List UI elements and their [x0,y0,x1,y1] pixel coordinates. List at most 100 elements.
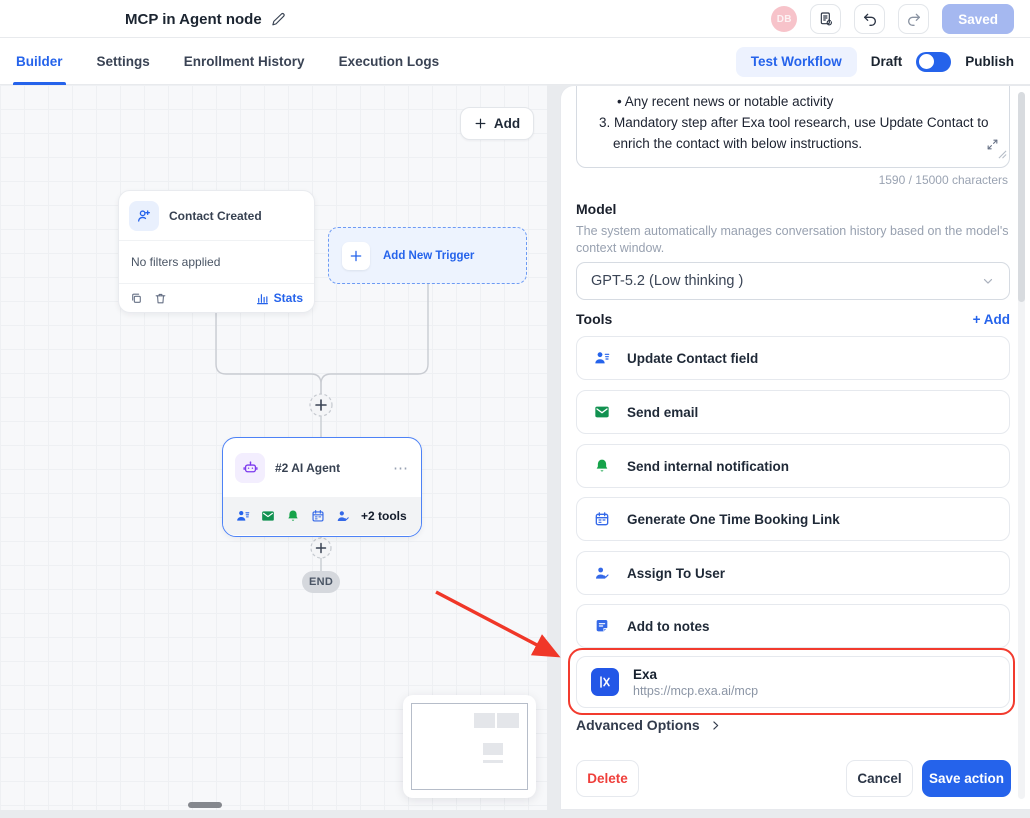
tab-enrollment-history[interactable]: Enrollment History [184,38,305,85]
publish-label: Publish [965,54,1014,69]
exa-tool-name: Exa [633,667,758,682]
add-new-trigger-button[interactable]: Add New Trigger [328,227,527,284]
agent-node-title: #2 AI Agent [275,461,340,475]
undo-button[interactable] [854,4,885,34]
minimap-viewport [411,703,528,790]
ai-agent-node[interactable]: #2 AI Agent ⋯ +2 tools [222,437,422,537]
canvas-minimap[interactable] [403,695,536,798]
tab-settings[interactable]: Settings [97,38,150,85]
tool-card-exa-mcp[interactable]: Exa https://mcp.exa.ai/mcp [576,656,1010,708]
action-settings-panel: • Any recent news or notable activity 3.… [560,85,1030,810]
cancel-button[interactable]: Cancel [846,760,913,797]
canvas-add-button[interactable]: Add [460,107,534,140]
trigger-node-contact-created[interactable]: Contact Created No filters applied Stats [118,190,315,313]
advanced-options-toggle[interactable]: Advanced Options [576,717,722,733]
draft-publish-toggle[interactable] [916,52,951,72]
add-new-trigger-label: Add New Trigger [383,250,474,262]
edit-title-pencil-icon[interactable] [271,12,286,27]
update-contact-icon [236,509,250,523]
add-trigger-plus-box [342,242,370,270]
canvas-add-label: Add [494,116,520,131]
draft-label: Draft [871,54,903,69]
tools-add-button[interactable]: + Add [973,312,1010,327]
tools-section-label: Tools [576,311,612,327]
tool-name: Send email [627,405,698,420]
contact-created-icon-box [129,201,159,231]
notification-bell-icon [594,458,610,474]
advanced-options-label: Advanced Options [576,717,700,733]
update-contact-icon [594,350,610,366]
person-plus-icon [136,208,152,224]
tab-execution-logs[interactable]: Execution Logs [339,38,440,85]
tab-bar: Builder Settings Enrollment History Exec… [0,38,1030,85]
chevron-right-icon [709,719,722,732]
model-select[interactable]: GPT-5.2 (Low thinking ) [576,262,1010,300]
minimap-block [483,743,503,755]
chevron-down-icon [981,274,995,288]
model-selected-value: GPT-5.2 (Low thinking ) [591,273,743,289]
plus-icon [349,249,363,263]
duplicate-icon[interactable] [130,292,143,305]
model-section-label: Model [576,201,616,217]
exa-tool-url: https://mcp.exa.ai/mcp [633,684,758,698]
send-email-icon [594,404,610,420]
prompt-numbered-line: 3. Mandatory step after Exa tool researc… [591,112,995,133]
bar-chart-icon [256,292,269,305]
tool-name: Send internal notification [627,459,789,474]
stats-label: Stats [274,291,303,305]
undo-icon [862,11,878,27]
notification-bell-icon [286,509,300,523]
tool-card-assign-to-user[interactable]: Assign To User [576,551,1010,595]
tool-name: Assign To User [627,566,725,581]
plus-icon [474,117,487,130]
agent-menu-button[interactable]: ⋯ [393,459,409,477]
assign-user-icon [336,509,350,523]
note-icon [594,618,610,634]
minimap-block [474,713,495,727]
save-action-button[interactable]: Save action [922,760,1011,797]
avatar[interactable]: DB [771,6,797,32]
prompt-textarea[interactable]: • Any recent news or notable activity 3.… [576,85,1010,168]
resize-handle[interactable] [998,144,1007,165]
delete-button[interactable]: Delete [576,760,639,797]
tool-card-send-internal-notification[interactable]: Send internal notification [576,444,1010,488]
tool-card-generate-booking-link[interactable]: Generate One Time Booking Link [576,497,1010,541]
assign-user-icon [594,565,610,581]
trash-icon[interactable] [154,292,167,305]
panel-scrollbar-thumb[interactable] [1018,92,1025,302]
minimap-block [483,760,503,763]
agent-icon-box [235,453,265,483]
toggle-knob [919,54,934,69]
redo-button[interactable] [898,4,929,34]
character-counter: 1590 / 15000 characters [879,173,1008,187]
exa-logo-icon [591,668,619,696]
tool-card-add-to-notes[interactable]: Add to notes [576,604,1010,648]
document-history-icon [818,11,834,27]
trigger-stats-button[interactable]: Stats [256,291,303,305]
prompt-wrapped-line: enrich the contact with below instructio… [591,133,995,154]
model-description: The system automatically manages convers… [576,223,1016,257]
minimap-block [497,713,519,727]
send-email-icon [261,509,275,523]
tab-builder[interactable]: Builder [16,38,63,85]
tool-name: Add to notes [627,619,710,634]
tool-card-send-email[interactable]: Send email [576,390,1010,434]
calendar-icon [311,509,325,523]
workflow-canvas[interactable]: Add Contact Created No filters applied [0,85,547,810]
version-history-button[interactable] [810,4,841,34]
canvas-horizontal-scrollbar[interactable] [188,802,222,808]
robot-icon [242,459,259,476]
calendar-icon [594,511,610,527]
workflow-builder-app: MCP in Agent node DB Saved [0,0,1030,818]
trigger-node-subtitle: No filters applied [119,241,314,283]
page-title: MCP in Agent node [125,11,262,28]
agent-tools-overflow: +2 tools [361,509,407,523]
header: MCP in Agent node DB Saved [0,0,1030,38]
redo-icon [906,11,922,27]
tool-card-update-contact-field[interactable]: Update Contact field [576,336,1010,380]
tool-name: Generate One Time Booking Link [627,512,840,527]
trigger-node-title: Contact Created [169,209,262,223]
test-workflow-button[interactable]: Test Workflow [736,47,857,77]
end-node: END [302,571,340,593]
saved-button[interactable]: Saved [942,4,1014,34]
